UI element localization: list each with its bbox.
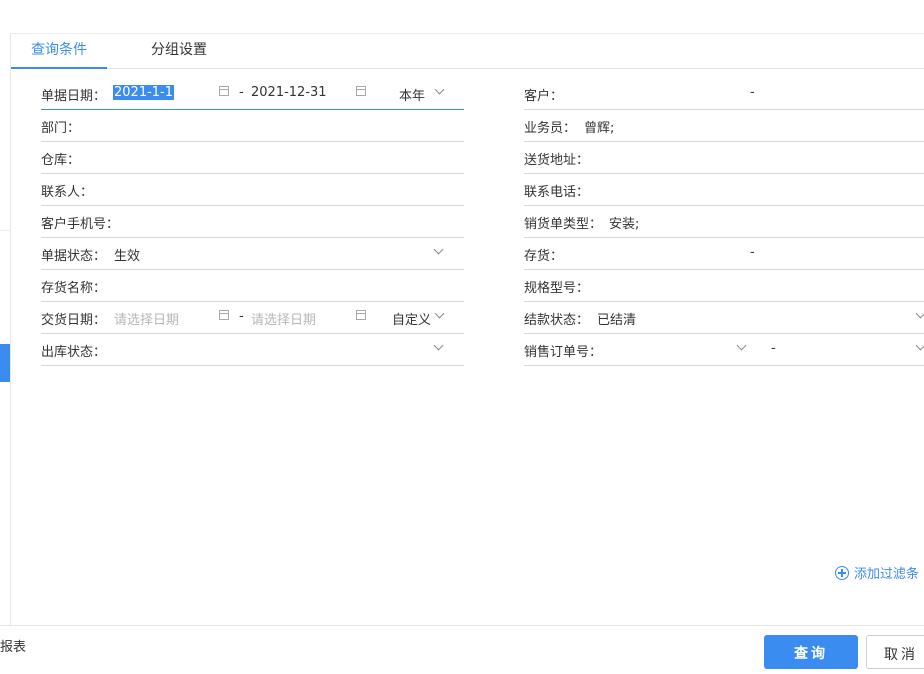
out-status-row[interactable]: 出库状态： [41, 333, 464, 366]
contact-label: 联系人： [41, 185, 94, 200]
cust-mobile-label: 客户手机号： [41, 217, 120, 232]
doc-date-preset-select[interactable]: 本年 [399, 85, 425, 104]
chevron-down-icon[interactable] [736, 340, 747, 351]
dept-row[interactable]: 部门： [41, 109, 464, 142]
doc-status-value[interactable]: 生效 [114, 245, 140, 264]
cust-mobile-row[interactable]: 客户手机号： [41, 205, 464, 238]
delivery-date-label: 交货日期： [41, 313, 107, 328]
settle-status-value[interactable]: 已结清 [597, 309, 636, 328]
warehouse-label: 仓库： [41, 153, 81, 168]
doc-date-from-input[interactable]: 2021-1-1 [113, 85, 175, 100]
spec-row[interactable]: 规格型号： [524, 269, 924, 302]
inv-name-label: 存货名称： [41, 281, 107, 296]
ship-addr-label: 送货地址： [524, 153, 590, 168]
delivery-date-row: 交货日期： 请选择日期 - 请选择日期 自定义 [41, 301, 464, 334]
warehouse-row[interactable]: 仓库： [41, 141, 464, 174]
salesperson-row[interactable]: 业务员： 曾辉; [524, 109, 924, 142]
add-filter-label: 添加过滤条 [854, 567, 920, 582]
dialog-footer: 报表 查询 取消 [0, 625, 924, 669]
chevron-down-icon[interactable] [433, 244, 444, 255]
chevron-down-icon[interactable] [915, 308, 924, 319]
date-range-separator: - [239, 309, 244, 324]
customer-label: 客户： [524, 89, 564, 104]
contact-row[interactable]: 联系人： [41, 173, 464, 206]
doc-status-label: 单据状态： [41, 249, 107, 264]
sales-order-range-separator: - [771, 341, 776, 356]
sales-order-row[interactable]: 销售订单号： - [524, 333, 924, 366]
doc-date-row: 单据日期： 2021-1-1 - 2021-12-31 本年 [41, 77, 464, 110]
chevron-down-icon[interactable] [434, 308, 445, 319]
doc-date-to-input[interactable]: 2021-12-31 [251, 85, 327, 100]
sales-type-value[interactable]: 安装; [609, 213, 639, 232]
doc-status-row[interactable]: 单据状态： 生效 [41, 237, 464, 270]
inventory-label: 存货： [524, 249, 564, 264]
salesperson-label: 业务员： [524, 121, 577, 136]
tab-group-settings[interactable]: 分组设置 [133, 33, 225, 68]
tab-bar: 查询条件 分组设置 [11, 33, 924, 69]
salesperson-value[interactable]: 曾辉; [584, 117, 614, 136]
query-button[interactable]: 查询 [764, 635, 858, 669]
customer-range-separator: - [750, 85, 755, 100]
tab-query-conditions[interactable]: 查询条件 [11, 33, 107, 69]
left-sidebar-strip [0, 33, 11, 625]
calendar-icon[interactable] [219, 86, 229, 96]
contact-phone-row[interactable]: 联系电话： [524, 173, 924, 206]
date-range-separator: - [239, 85, 244, 100]
sales-order-label: 销售订单号： [524, 345, 603, 360]
cancel-button[interactable]: 取消 [866, 635, 924, 669]
plus-circle-icon [835, 566, 849, 580]
dept-label: 部门： [41, 121, 81, 136]
sales-type-label: 销货单类型： [524, 217, 603, 232]
calendar-icon[interactable] [356, 310, 366, 320]
dialog-title-bar [0, 0, 924, 34]
sidebar-divider [0, 230, 10, 231]
calendar-icon[interactable] [356, 86, 366, 96]
ship-addr-row[interactable]: 送货地址： [524, 141, 924, 174]
inventory-row[interactable]: 存货： - [524, 237, 924, 270]
chevron-down-icon[interactable] [915, 340, 924, 351]
doc-date-label: 单据日期： [41, 89, 107, 104]
delivery-date-from-input[interactable]: 请选择日期 [114, 309, 179, 328]
contact-phone-label: 联系电话： [524, 185, 590, 200]
spec-label: 规格型号： [524, 281, 590, 296]
settle-status-label: 结款状态： [524, 313, 590, 328]
inv-name-row[interactable]: 存货名称： [41, 269, 464, 302]
add-filter-link[interactable]: 添加过滤条 [835, 563, 919, 582]
out-status-label: 出库状态： [41, 345, 107, 360]
customer-row[interactable]: 客户： - [524, 77, 924, 110]
calendar-icon[interactable] [219, 310, 229, 320]
inventory-range-separator: - [750, 245, 755, 260]
chevron-down-icon[interactable] [433, 340, 444, 351]
settle-status-row[interactable]: 结款状态： 已结清 [524, 301, 924, 334]
sidebar-active-marker[interactable] [0, 344, 10, 382]
chevron-down-icon[interactable] [434, 84, 445, 95]
delivery-date-preset-select[interactable]: 自定义 [392, 309, 431, 328]
delivery-date-to-input[interactable]: 请选择日期 [251, 309, 316, 328]
sales-type-row[interactable]: 销货单类型： 安装; [524, 205, 924, 238]
footer-report-text: 报表 [0, 640, 27, 655]
